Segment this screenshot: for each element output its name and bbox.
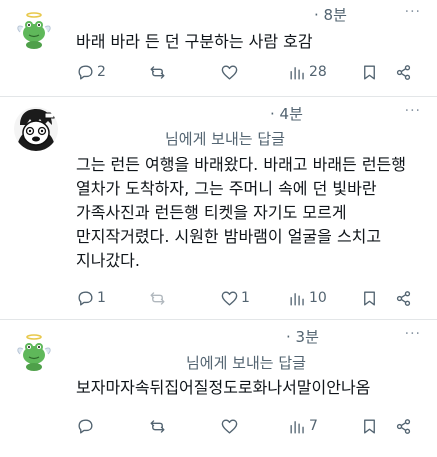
share-button[interactable] — [394, 415, 413, 437]
views-button[interactable]: 10 — [288, 287, 327, 309]
views-button[interactable]: 28 — [288, 61, 327, 83]
reply-icon — [78, 290, 93, 306]
reply-to-label: 님에게 보내는 답글 — [165, 130, 285, 148]
bookmark-icon — [364, 418, 375, 434]
repost-button[interactable] — [148, 415, 169, 437]
share-icon — [396, 64, 411, 80]
bookmark-button[interactable] — [360, 61, 379, 83]
post-text: 보자마자속뒤집어질정도로화나서말이안나옴 — [76, 378, 371, 397]
reply-to-label: 님에게 보내는 답글 — [186, 354, 306, 372]
post-time: · 3분 — [286, 328, 319, 346]
like-button[interactable] — [220, 61, 241, 83]
heart-icon — [221, 290, 238, 306]
more-icon[interactable]: ··· — [405, 103, 421, 119]
post-text-line: 가족사진과 런든행 티켓을 자기도 모르게 — [76, 203, 347, 222]
action-bar: 2 28 — [76, 61, 421, 83]
views-count: 10 — [309, 290, 327, 306]
reply-button[interactable] — [76, 415, 97, 437]
post-time: · 4분 — [270, 105, 303, 123]
reply-button[interactable]: 1 — [76, 287, 106, 309]
reply-button[interactable]: 2 — [76, 61, 106, 83]
frog-angel-avatar[interactable] — [14, 10, 54, 50]
more-icon[interactable]: ··· — [405, 4, 421, 20]
action-bar: 1 1 10 — [76, 287, 421, 309]
cartoon-face-avatar[interactable] — [14, 107, 58, 151]
reply-count: 1 — [97, 290, 106, 306]
post-text: 바래 바라 든 던 구분하는 사람 호감 — [76, 32, 313, 51]
post-text-line: 만지작거렸다. 시원한 밤바램이 얼굴을 스치고 — [76, 227, 382, 246]
post-1[interactable]: · 8분 ··· 바래 바라 든 던 구분하는 사람 호감 2 28 — [0, 0, 437, 97]
heart-icon — [221, 64, 238, 80]
like-count: 1 — [241, 290, 250, 306]
share-icon — [396, 290, 411, 306]
views-count: 28 — [309, 64, 327, 80]
views-button[interactable]: 7 — [288, 415, 318, 437]
action-bar: 7 — [76, 415, 421, 437]
bookmark-button[interactable] — [360, 415, 379, 437]
views-icon — [290, 420, 304, 434]
post-3[interactable]: · 3분 ··· 님에게 보내는 답글 보자마자속뒤집어질정도로화나서말이안나옴… — [0, 320, 437, 457]
post-text-line: 지나갔다. — [76, 251, 140, 270]
share-icon — [396, 418, 411, 434]
reply-count: 2 — [97, 64, 106, 80]
views-icon — [290, 66, 304, 80]
more-icon[interactable]: ··· — [405, 326, 421, 342]
post-text: 그는 런든 여행을 바래왔다. 바래고 바래든 런든행 열차가 도착하자, 그는… — [76, 153, 426, 273]
post-text-line: 그는 런든 여행을 바래왔다. 바래고 바래든 런든행 — [76, 155, 407, 174]
post-time: · 8분 — [314, 6, 347, 24]
share-button[interactable] — [394, 287, 413, 309]
like-button[interactable] — [220, 415, 241, 437]
repost-button[interactable] — [148, 61, 169, 83]
reply-icon — [78, 418, 93, 434]
repost-icon — [150, 65, 165, 79]
like-button[interactable]: 1 — [220, 287, 250, 309]
post-2[interactable]: · 4분 ··· 님에게 보내는 답글 그는 런든 여행을 바래왔다. 바래고 … — [0, 97, 437, 320]
views-icon — [290, 292, 304, 306]
repost-icon — [150, 291, 165, 305]
share-button[interactable] — [394, 61, 413, 83]
heart-icon — [221, 418, 238, 434]
bookmark-icon — [364, 64, 375, 80]
frog-angel-avatar[interactable] — [14, 332, 54, 372]
bookmark-icon — [364, 290, 375, 306]
repost-button[interactable] — [148, 287, 169, 309]
reply-icon — [78, 64, 93, 80]
bookmark-button[interactable] — [360, 287, 379, 309]
repost-icon — [150, 419, 165, 433]
views-count: 7 — [309, 418, 318, 434]
post-text-line: 열차가 도착하자, 그는 주머니 속에 던 빛바란 — [76, 179, 377, 198]
